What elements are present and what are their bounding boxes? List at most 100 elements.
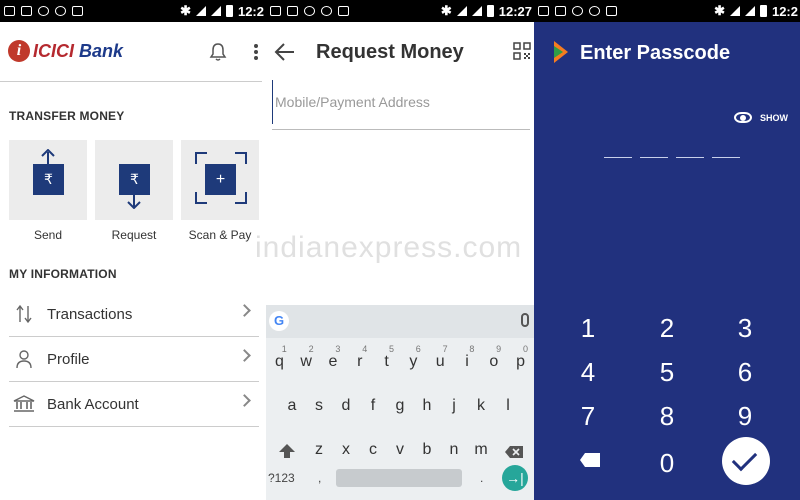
passcode-digits xyxy=(604,157,740,158)
key-t[interactable]: 5t xyxy=(373,341,400,377)
overflow-menu-icon[interactable] xyxy=(250,42,262,62)
numpad-key-5[interactable]: 5 xyxy=(647,357,687,388)
key-d[interactable]: d xyxy=(333,385,360,421)
key-e[interactable]: 3e xyxy=(320,341,347,377)
numpad-key-9[interactable]: 9 xyxy=(725,401,765,432)
key-p[interactable]: 0p xyxy=(507,341,534,377)
numpad-key-1[interactable]: 1 xyxy=(568,313,608,344)
passcode-slot xyxy=(676,157,704,158)
sync-icon xyxy=(572,6,583,16)
info-icon xyxy=(321,6,332,16)
key-q[interactable]: 1q xyxy=(266,341,293,377)
key-hint: 0 xyxy=(522,344,528,354)
icici-home-screen: ✱ 12:2 i ICICI Bank TRANSFER MONEY ₹ Sen… xyxy=(0,0,266,500)
signal-icon xyxy=(210,6,221,16)
status-bar: ✱ 12:2 xyxy=(534,0,800,22)
key-a[interactable]: a xyxy=(279,385,306,421)
key-m[interactable]: m xyxy=(468,429,495,465)
notification-icon xyxy=(538,6,549,16)
transfer-tiles: ₹ Send ₹ Request + Scan & Pay xyxy=(9,140,259,242)
numpad-key-0[interactable]: 0 xyxy=(647,448,687,479)
enter-passcode-screen: ✱ 12:2 Enter Passcode SHOW 1 2 3 4 5 6 7… xyxy=(534,0,800,500)
transfer-arrows-icon xyxy=(9,304,39,324)
keyboard-suggestion-bar: G xyxy=(266,305,534,338)
scan-pay-tile[interactable]: + Scan & Pay xyxy=(181,140,259,242)
key-hint: 6 xyxy=(415,344,421,354)
numpad-key-8[interactable]: 8 xyxy=(647,401,687,432)
key-c[interactable]: c xyxy=(360,429,387,465)
bank-icon xyxy=(9,394,39,414)
key-x[interactable]: x xyxy=(333,429,360,465)
period-key[interactable]: . xyxy=(480,471,483,485)
key-n[interactable]: n xyxy=(441,429,468,465)
soft-keyboard: G 1q2w3e4r5t6y7u8i9o0p asdfghjkl zxcvbnm… xyxy=(266,305,534,500)
key-k[interactable]: k xyxy=(468,385,495,421)
request-tile[interactable]: ₹ Request xyxy=(95,140,173,242)
request-label: Request xyxy=(111,228,157,242)
backspace-key[interactable] xyxy=(495,429,533,465)
symbols-key[interactable]: ?123 xyxy=(268,471,295,485)
key-v[interactable]: v xyxy=(387,429,414,465)
key-hint: 1 xyxy=(281,344,287,354)
key-s[interactable]: s xyxy=(306,385,333,421)
enter-key[interactable]: →| xyxy=(502,465,528,491)
bhim-logo-icon xyxy=(554,41,568,63)
profile-item[interactable]: Profile xyxy=(9,337,259,382)
payment-address-input[interactable] xyxy=(272,80,530,124)
numpad-key-2[interactable]: 2 xyxy=(647,313,687,344)
send-tile[interactable]: ₹ Send xyxy=(9,140,87,242)
shift-key[interactable] xyxy=(268,429,306,465)
key-g[interactable]: g xyxy=(387,385,414,421)
bank-account-item[interactable]: Bank Account xyxy=(9,382,259,427)
bluetooth-icon: ✱ xyxy=(714,3,725,18)
show-passcode-toggle[interactable]: SHOW xyxy=(734,112,788,123)
mail-icon xyxy=(555,6,566,16)
numpad-key-4[interactable]: 4 xyxy=(568,357,608,388)
bluetooth-icon: ✱ xyxy=(180,3,191,18)
comma-key[interactable]: , xyxy=(318,471,321,485)
key-l[interactable]: l xyxy=(495,385,522,421)
bell-icon[interactable] xyxy=(208,42,228,62)
numpad-key-3[interactable]: 3 xyxy=(725,313,765,344)
send-label: Send xyxy=(33,228,63,242)
person-icon xyxy=(9,349,39,369)
transactions-item[interactable]: Transactions xyxy=(9,292,259,337)
key-b[interactable]: b xyxy=(414,429,441,465)
bluetooth-icon: ✱ xyxy=(440,3,452,18)
space-key[interactable] xyxy=(336,469,462,487)
back-arrow-icon[interactable] xyxy=(274,42,296,62)
key-o[interactable]: 9o xyxy=(480,341,507,377)
icici-logo: i ICICI Bank xyxy=(8,40,123,62)
key-hint: 7 xyxy=(442,344,448,354)
key-j[interactable]: j xyxy=(441,385,468,421)
scan-pay-label: Scan & Pay xyxy=(188,228,252,242)
microphone-icon[interactable] xyxy=(521,313,529,327)
show-label: SHOW xyxy=(760,112,788,123)
key-h[interactable]: h xyxy=(414,385,441,421)
google-icon[interactable]: G xyxy=(269,311,289,331)
key-z[interactable]: z xyxy=(306,429,333,465)
key-f[interactable]: f xyxy=(360,385,387,421)
key-u[interactable]: 7u xyxy=(427,341,454,377)
numpad-key-6[interactable]: 6 xyxy=(725,357,765,388)
backspace-icon[interactable] xyxy=(580,453,600,467)
sync-icon xyxy=(304,6,315,16)
key-w[interactable]: 2w xyxy=(293,341,320,377)
my-information-heading: MY INFORMATION xyxy=(9,267,117,281)
key-i[interactable]: 8i xyxy=(454,341,481,377)
app-header: i ICICI Bank xyxy=(0,22,262,82)
numpad-key-7[interactable]: 7 xyxy=(568,401,608,432)
qr-code-icon[interactable] xyxy=(513,42,531,60)
page-title: Enter Passcode xyxy=(580,42,731,64)
passcode-slot xyxy=(712,157,740,158)
eye-icon xyxy=(734,112,752,123)
key-y[interactable]: 6y xyxy=(400,341,427,377)
request-money-screen: ✱ 12:27 Request Money G 1q2w3e4r5t6y7u8i… xyxy=(266,0,534,500)
key-hint: 5 xyxy=(388,344,394,354)
status-time: 12:2 xyxy=(237,3,264,19)
passcode-slot xyxy=(640,157,668,158)
submit-check-button[interactable] xyxy=(722,437,770,485)
key-r[interactable]: 4r xyxy=(346,341,373,377)
wifi-icon xyxy=(456,6,467,16)
icici-logo-mark: i xyxy=(8,40,30,62)
